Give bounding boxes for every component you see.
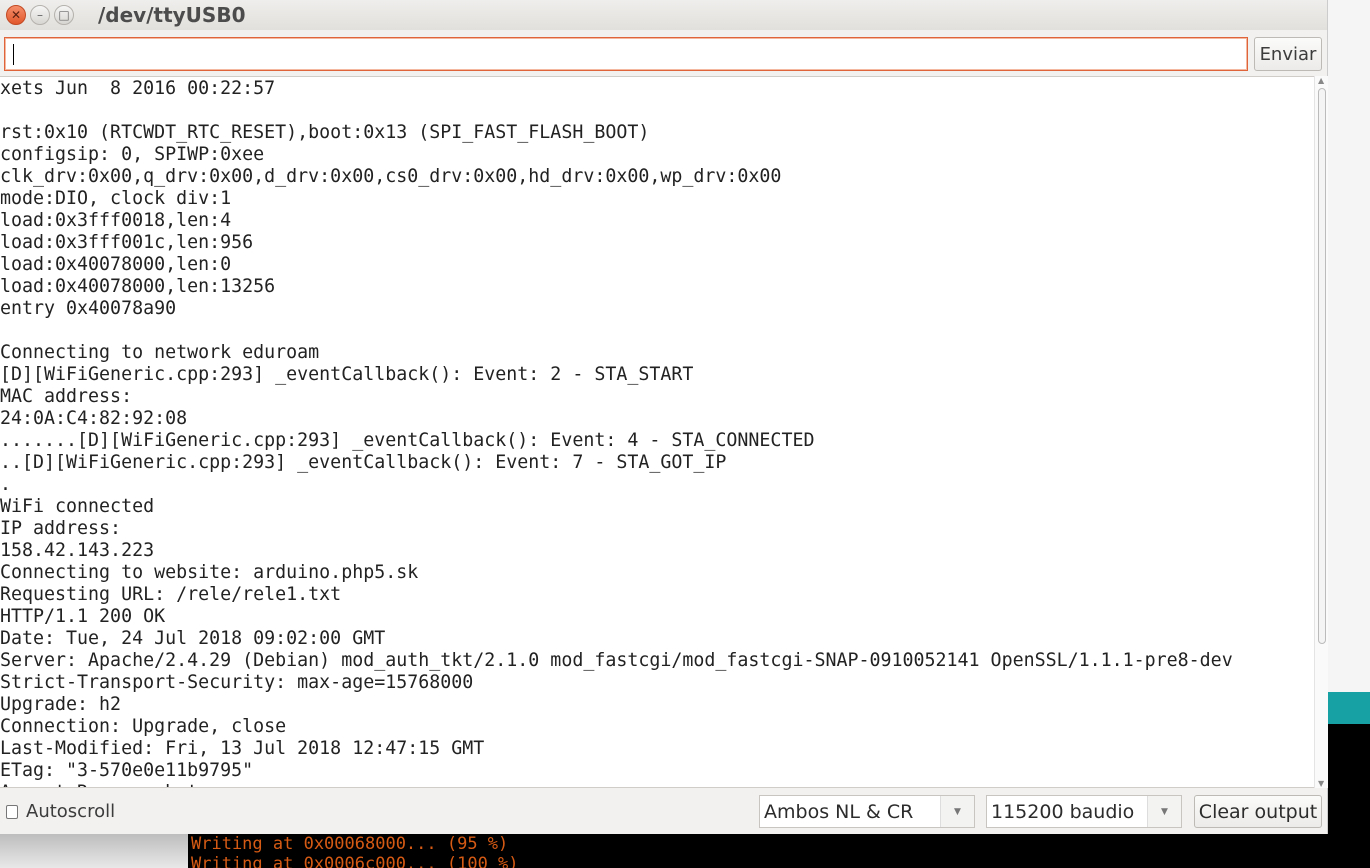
output-line: Last-Modified: Fri, 13 Jul 2018 12:47:15…	[0, 738, 485, 759]
scroll-up-icon[interactable]: ▲	[1318, 76, 1324, 85]
output-line: load:0x3fff0018,len:4	[0, 210, 232, 231]
checkbox-icon[interactable]	[6, 804, 18, 819]
serial-input[interactable]	[4, 37, 1248, 71]
output-line: .	[0, 474, 12, 495]
window-title: /dev/ttyUSB0	[98, 3, 246, 27]
send-button[interactable]: Enviar	[1254, 37, 1322, 71]
output-line: Connection: Upgrade, close	[0, 716, 287, 737]
output-line: ETag: "3-570e0e11b9795"	[0, 760, 254, 781]
background-window-strip	[1328, 692, 1370, 724]
output-line: HTTP/1.1 200 OK	[0, 606, 166, 627]
serial-output[interactable]: xets Jun 8 2016 00:22:57 rst:0x10 (RTCWDT…	[0, 76, 1314, 788]
console-line: Writing at 0x0006c000... (100 %)	[191, 854, 519, 868]
output-line: mode:DIO, clock div:1	[0, 188, 232, 209]
autoscroll-label: Autoscroll	[26, 801, 116, 822]
output-line: xets Jun 8 2016 00:22:57	[0, 78, 276, 99]
output-line: load:0x40078000,len:13256	[0, 276, 276, 297]
output-line: .......[D][WiFiGeneric.cpp:293] _eventCa…	[0, 430, 815, 451]
scroll-down-icon[interactable]: ▼	[1318, 779, 1324, 788]
serial-monitor-window: ✕ – □ /dev/ttyUSB0 Enviar xets Jun 8 201…	[0, 0, 1328, 834]
bottom-toolbar: Autoscroll Ambos NL & CR ▼ 115200 baudio…	[0, 789, 1328, 834]
output-line: WiFi connected	[0, 496, 155, 517]
output-line: entry 0x40078a90	[0, 298, 177, 319]
clear-output-button[interactable]: Clear output	[1194, 795, 1322, 828]
title-bar[interactable]: ✕ – □ /dev/ttyUSB0	[0, 0, 1327, 30]
line-ending-value: Ambos NL & CR	[764, 800, 914, 823]
output-line: Date: Tue, 24 Jul 2018 09:02:00 GMT	[0, 628, 386, 649]
minimize-icon[interactable]: –	[30, 5, 50, 25]
output-line: load:0x3fff001c,len:956	[0, 232, 254, 253]
output-line: 158.42.143.223	[0, 540, 155, 561]
baud-rate-value: 115200 baudio	[991, 800, 1135, 823]
text-caret	[13, 44, 14, 65]
output-line: MAC address:	[0, 386, 133, 407]
output-line: Connecting to website: arduino.php5.sk	[0, 562, 419, 583]
desktop-shadow	[0, 834, 188, 868]
dropdown-arrow-icon[interactable]: ▼	[1147, 796, 1181, 827]
vertical-scrollbar[interactable]: ▲ ▼	[1314, 76, 1328, 788]
output-line: Server: Apache/2.4.29 (Debian) mod_auth_…	[0, 650, 1233, 671]
output-line: Upgrade: h2	[0, 694, 122, 715]
line-ending-select[interactable]: Ambos NL & CR ▼	[759, 795, 975, 828]
output-line: Strict-Transport-Security: max-age=15768…	[0, 672, 474, 693]
scrollbar-thumb[interactable]	[1318, 88, 1326, 644]
output-line: IP address:	[0, 518, 122, 539]
output-line: ..[D][WiFiGeneric.cpp:293] _eventCallbac…	[0, 452, 727, 473]
output-line: Connecting to network eduroam	[0, 342, 320, 363]
console-line: Writing at 0x00068000... (95 %)	[191, 834, 509, 854]
autoscroll-checkbox[interactable]: Autoscroll	[6, 801, 115, 822]
output-line: Requesting URL: /rele/rele1.txt	[0, 584, 342, 605]
output-line: load:0x40078000,len:0	[0, 254, 232, 275]
maximize-icon[interactable]: □	[54, 5, 74, 25]
output-line: 24:0A:C4:82:92:08	[0, 408, 188, 429]
baud-rate-select[interactable]: 115200 baudio ▼	[986, 795, 1182, 828]
desktop-background	[1328, 0, 1370, 692]
close-icon[interactable]: ✕	[6, 5, 26, 25]
output-line: rst:0x10 (RTCWDT_RTC_RESET),boot:0x13 (S…	[0, 122, 650, 143]
output-line: Accept-Ranges: bytes	[0, 782, 1314, 787]
output-line: clk_drv:0x00,q_drv:0x00,d_drv:0x00,cs0_d…	[0, 166, 782, 187]
background-console: Writing at 0x00068000... (95 %) Writing …	[188, 834, 1370, 868]
output-line: [D][WiFiGeneric.cpp:293] _eventCallback(…	[0, 364, 694, 385]
output-line: configsip: 0, SPIWP:0xee	[0, 144, 265, 165]
dropdown-arrow-icon[interactable]: ▼	[940, 796, 974, 827]
